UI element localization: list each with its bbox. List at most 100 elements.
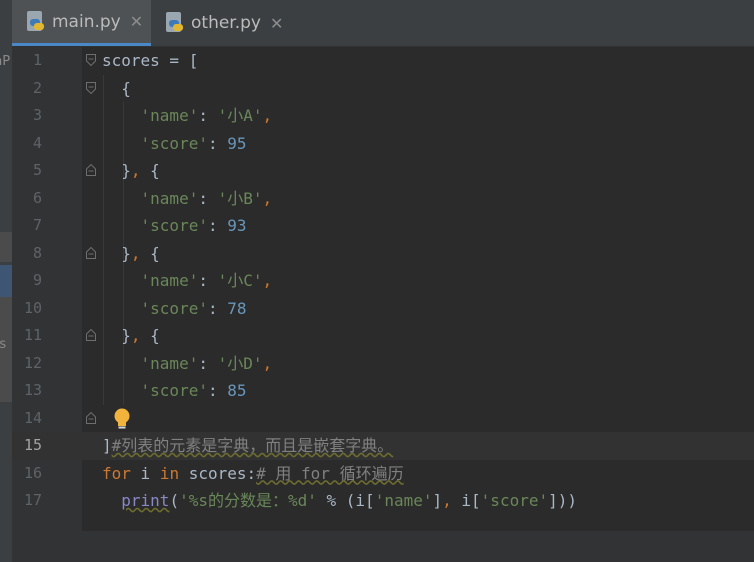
close-icon[interactable]: ✕ — [270, 14, 283, 33]
line-number: 6 — [32, 188, 42, 207]
code-token: #列表的元素是字典，而且是嵌套字典。 — [111, 436, 394, 455]
code-line[interactable]: 2 { — [12, 75, 754, 103]
fold-close-icon[interactable] — [86, 246, 96, 259]
code-text: 'name': '小C', — [102, 267, 273, 295]
code-line[interactable]: 6 'name': '小B', — [12, 185, 754, 213]
line-number: 7 — [32, 216, 42, 234]
code-token: '小D' — [217, 353, 263, 373]
line-number: 13 — [23, 381, 42, 399]
code-token: 'name' — [140, 106, 199, 125]
code-editor[interactable]: 1 scores = [2 {3 'name': '小A', 4 'score': … — [12, 47, 754, 562]
code-line[interactable]: 4 'score': 95 — [12, 130, 754, 158]
code-line[interactable]: 5 }, { — [12, 157, 754, 185]
left-strip-segment — [0, 232, 12, 262]
line-number: 17 — [23, 491, 42, 509]
code-token: : — [198, 271, 218, 290]
code-text: 'name': '小B', — [102, 185, 273, 213]
code-token: i — [130, 463, 160, 483]
code-line[interactable]: 17 print('%s的分数是：%d' % (i['name'], i['sc… — [12, 487, 754, 515]
code-token: : — [198, 188, 218, 208]
line-number: 4 — [32, 133, 42, 152]
code-line[interactable]: 3 'name': '小A', — [12, 102, 754, 130]
editor-bottom-area — [12, 531, 754, 562]
code-line[interactable]: 9 'name': '小C', — [12, 267, 754, 295]
code-token: scores = [ — [102, 51, 199, 70]
python-file-icon — [24, 10, 46, 33]
code-line[interactable]: 14 — [12, 405, 754, 433]
code-text: 'score': 93 — [102, 212, 247, 240]
line-number: 3 — [32, 106, 42, 124]
code-text: 'score': 85 — [102, 377, 247, 405]
code-text: ]#列表的元素是字典，而且是嵌套字典。 — [102, 432, 393, 460]
close-icon[interactable]: ✕ — [130, 12, 143, 31]
code-token: { — [140, 326, 160, 345]
code-token: '小B' — [217, 188, 263, 208]
code-token: 'score' — [140, 133, 208, 153]
code-line[interactable]: 1 scores = [ — [12, 47, 754, 75]
code-text: }, { — [102, 240, 160, 268]
code-text: print('%s的分数是：%d' % (i['name'], i['score… — [102, 487, 577, 515]
code-token: scores: — [179, 463, 257, 483]
code-token: 85 — [227, 381, 247, 400]
line-number: 12 — [23, 353, 42, 372]
line-number: 9 — [32, 271, 42, 289]
code-token: { — [102, 78, 131, 98]
code-text: }, { — [102, 157, 160, 185]
code-token: % (i[ — [316, 491, 375, 510]
code-line[interactable]: 10 'score': 78 — [12, 295, 754, 323]
left-strip-segment — [0, 402, 12, 562]
code-token: , — [130, 326, 141, 345]
code-token: { — [140, 161, 160, 180]
code-token: '小A' — [217, 106, 263, 125]
code-token: : — [207, 133, 228, 153]
code-token: 93 — [227, 216, 247, 235]
code-token: , — [262, 106, 273, 125]
code-token: 'score' — [140, 216, 208, 235]
code-token: ( — [169, 491, 180, 510]
fold-close-icon[interactable] — [86, 164, 96, 176]
tab-label: other.py — [191, 13, 261, 33]
left-strip-text: rs — [0, 337, 7, 352]
code-line[interactable]: 12 'name': '小D', — [12, 350, 754, 378]
tab-main-py[interactable]: main.py ✕ — [12, 0, 151, 46]
code-token: i[ — [451, 491, 481, 510]
fold-close-icon[interactable] — [86, 329, 96, 341]
code-token: ] — [432, 491, 443, 510]
code-line[interactable]: 8 }, { — [12, 240, 754, 268]
tab-label: main.py — [52, 11, 121, 32]
code-line[interactable]: 11 }, { — [12, 322, 754, 350]
code-line[interactable]: 16 for i in scores:# 用 for 循环遍历 — [12, 460, 754, 488]
fold-open-icon[interactable] — [86, 81, 96, 94]
code-line[interactable]: 13 'score': 85 — [12, 377, 754, 405]
fold-open-icon[interactable] — [86, 54, 96, 66]
editor-tab-bar: main.py ✕ other.py ✕ — [12, 0, 754, 47]
python-file-icon — [163, 12, 185, 34]
fold-close-icon[interactable] — [86, 411, 96, 424]
code-text: 'name': '小A', — [102, 102, 273, 130]
line-number: 15 — [23, 436, 42, 454]
tab-other-py[interactable]: other.py ✕ — [151, 0, 311, 46]
code-text: for i in scores:# 用 for 循环遍历 — [102, 460, 404, 488]
lightbulb-intention-icon[interactable] — [112, 407, 132, 431]
code-token: for — [102, 463, 131, 483]
code-token: 95 — [227, 133, 247, 153]
code-line[interactable]: 7 'score': 93 — [12, 212, 754, 240]
code-text: 'name': '小D', — [102, 350, 273, 378]
code-token: ])) — [548, 491, 578, 510]
code-token: # 用 for 循环遍历 — [256, 463, 404, 483]
line-number: 16 — [23, 463, 42, 482]
code-token: : — [207, 381, 228, 400]
line-number: 11 — [23, 326, 42, 344]
line-number: 14 — [23, 408, 42, 427]
code-token: , — [262, 271, 273, 290]
line-number: 2 — [32, 78, 42, 97]
code-token: , — [442, 491, 452, 510]
code-line[interactable]: 15 ]#列表的元素是字典，而且是嵌套字典。 — [12, 432, 754, 460]
code-token: , — [130, 243, 141, 263]
code-token: : — [198, 106, 218, 125]
code-token: : — [207, 216, 228, 235]
